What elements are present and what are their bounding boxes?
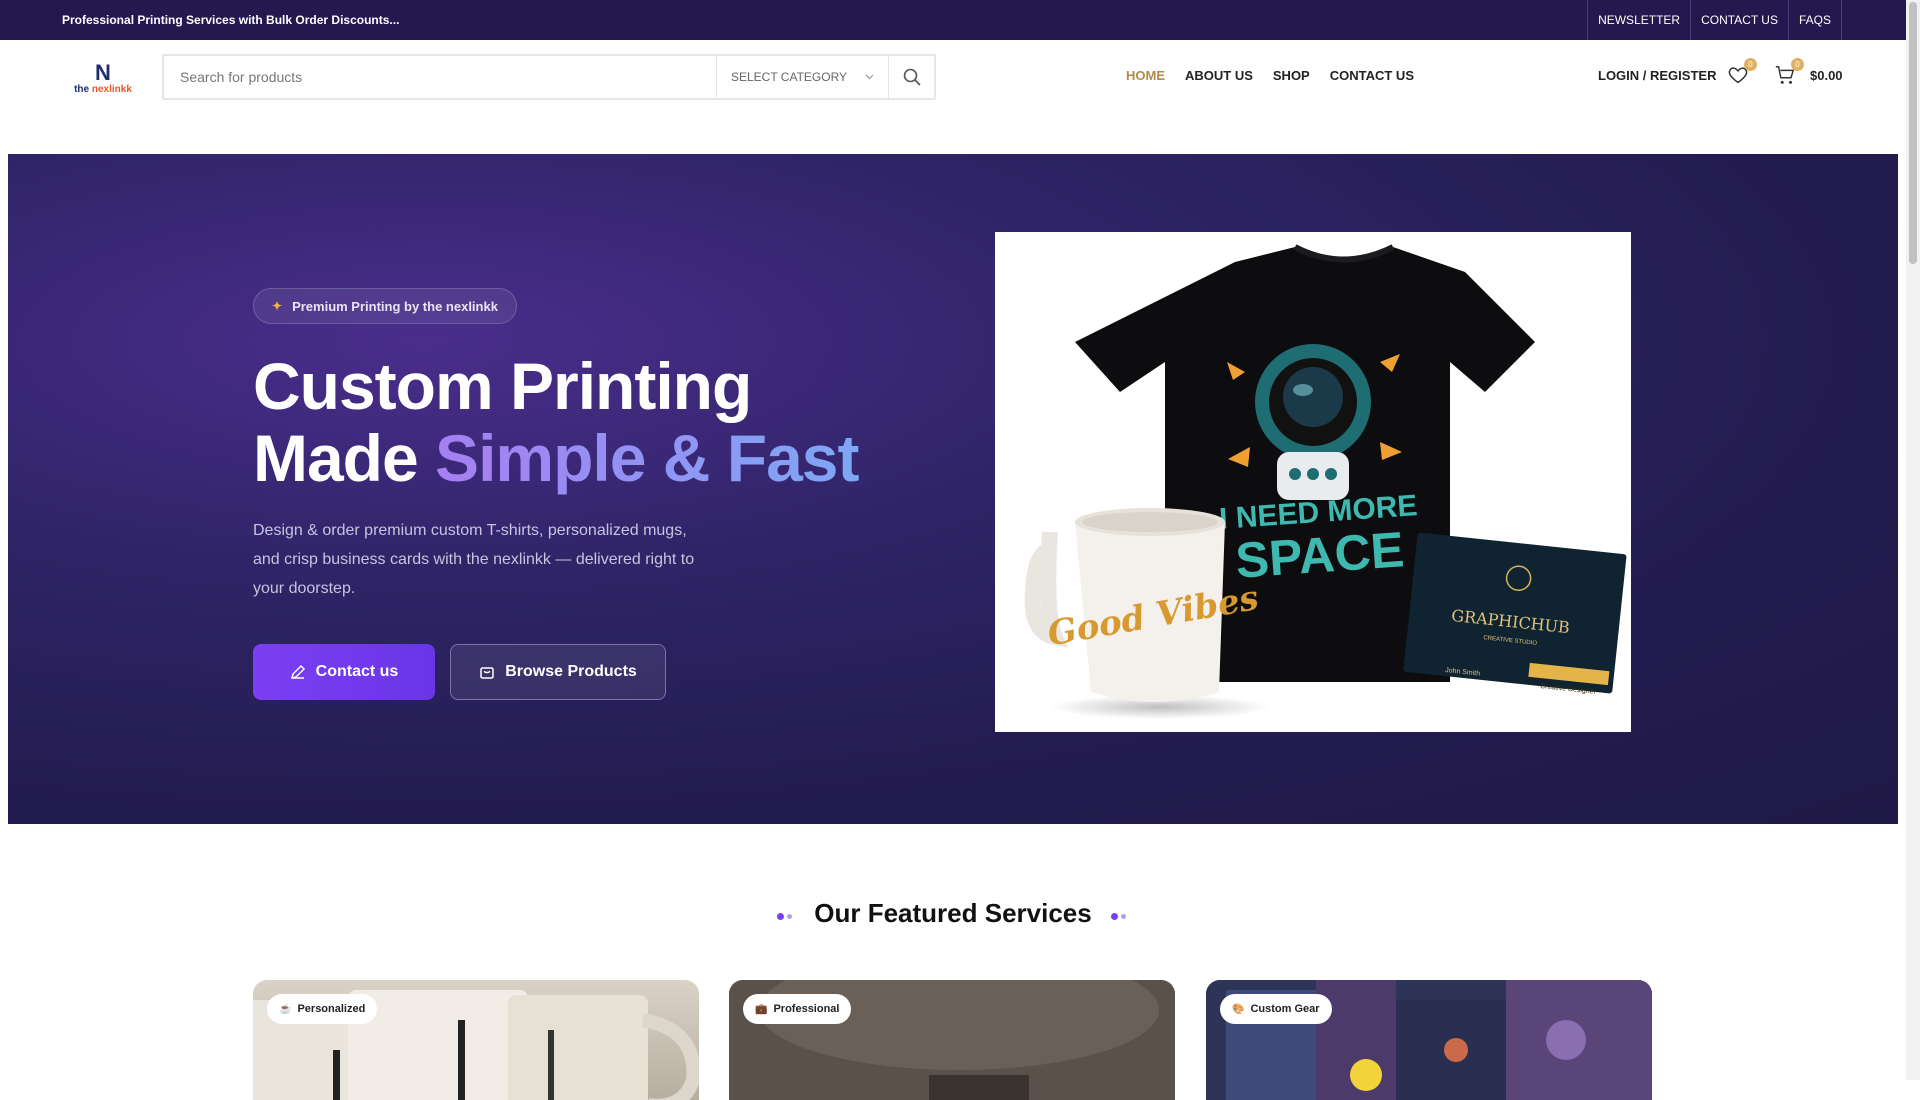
- top-bar: Professional Printing Services with Bulk…: [0, 0, 1906, 40]
- hero-title: Custom Printing Made Simple & Fast: [253, 350, 873, 494]
- hero-title-accent: Simple & Fast: [435, 421, 859, 495]
- logo-wordmark: the nexlinkk: [74, 84, 132, 96]
- hero-section: ✦ Premium Printing by the nexlinkk Custo…: [8, 154, 1898, 824]
- logo-mark: N: [95, 60, 111, 85]
- sparkle-icon: ✦: [272, 299, 283, 313]
- site-logo[interactable]: N the nexlinkk: [64, 54, 142, 104]
- service-card-custom-gear[interactable]: 🎨 Custom Gear: [1206, 980, 1652, 1100]
- briefcase-icon: 💼: [755, 1003, 768, 1015]
- logo-word-accent: nexlinkk: [91, 84, 132, 95]
- contact-us-button-label: Contact us: [315, 663, 399, 680]
- browse-products-button[interactable]: Browse Products: [450, 644, 666, 700]
- promo-text: Professional Printing Services with Bulk…: [62, 13, 400, 27]
- service-tag-personalized: ☕ Personalized: [267, 994, 378, 1024]
- service-tag-label: Custom Gear: [1250, 1003, 1320, 1015]
- nav-shop[interactable]: SHOP: [1273, 68, 1310, 83]
- hero-pill-badge: ✦ Premium Printing by the nexlinkk: [253, 288, 517, 324]
- chevron-down-icon: [865, 74, 874, 80]
- main-nav: HOME ABOUT US SHOP CONTACT US: [1126, 68, 1414, 83]
- nav-contact-us[interactable]: CONTACT US: [1330, 68, 1414, 83]
- service-tag-label: Personalized: [297, 1003, 366, 1015]
- login-register-link[interactable]: LOGIN / REGISTER: [1598, 68, 1716, 83]
- cart-button[interactable]: 0: [1774, 58, 1804, 88]
- cart-count-badge: 0: [1791, 58, 1804, 71]
- hero-title-line2-prefix: Made: [253, 421, 436, 495]
- page-scrollbar[interactable]: [1906, 0, 1920, 1080]
- palette-icon: 🎨: [1232, 1003, 1245, 1015]
- service-card-personalized[interactable]: ☕ Personalized: [253, 980, 699, 1100]
- top-link-contact-us[interactable]: CONTACT US: [1691, 0, 1789, 40]
- hero-product-image: I NEED MORE SPACE Good Vibes GRAPHICHUB …: [995, 232, 1631, 732]
- logo-word-prefix: the: [74, 84, 92, 95]
- featured-services-title: Our Featured Services: [814, 898, 1092, 928]
- heading-dots-left: [777, 900, 795, 931]
- product-mockup-illustration: I NEED MORE SPACE Good Vibes GRAPHICHUB …: [1024, 244, 1627, 719]
- wishlist-count-badge: 0: [1744, 58, 1757, 71]
- hero-description: Design & order premium custom T-shirts, …: [253, 522, 695, 597]
- site-header: N the nexlinkk SELECT CATEGORY HOME ABOU…: [0, 40, 1906, 154]
- top-links: NEWSLETTER CONTACT US FAQS: [1587, 0, 1842, 40]
- shopping-bag-icon: [480, 667, 494, 679]
- wishlist-button[interactable]: 0: [1727, 58, 1757, 88]
- nav-about-us[interactable]: ABOUT US: [1185, 68, 1253, 83]
- search-bar: SELECT CATEGORY: [162, 54, 936, 100]
- shirt-text-line2: SPACE: [1234, 521, 1406, 589]
- top-link-newsletter[interactable]: NEWSLETTER: [1588, 0, 1692, 40]
- search-button[interactable]: [888, 56, 934, 98]
- cart-total[interactable]: $0.00: [1810, 68, 1843, 83]
- search-input[interactable]: [164, 56, 716, 98]
- hero-title-line1: Custom Printing: [253, 349, 752, 423]
- service-tag-professional: 💼 Professional: [743, 994, 852, 1024]
- featured-services-heading: Our Featured Services: [0, 898, 1906, 931]
- service-tag-label: Professional: [773, 1003, 840, 1015]
- top-link-faqs[interactable]: FAQS: [1789, 0, 1842, 40]
- category-select[interactable]: SELECT CATEGORY: [716, 56, 888, 98]
- service-card-professional[interactable]: 💼 Professional: [729, 980, 1175, 1100]
- cup-icon: ☕: [279, 1003, 292, 1015]
- service-tag-custom-gear: 🎨 Custom Gear: [1220, 994, 1332, 1024]
- category-select-label: SELECT CATEGORY: [731, 70, 848, 84]
- heading-dots-right: [1110, 900, 1129, 931]
- search-icon: [903, 68, 921, 86]
- scrollbar-thumb[interactable]: [1909, 2, 1917, 264]
- hero-pill-text: Premium Printing by the nexlinkk: [292, 298, 498, 314]
- browse-products-button-label: Browse Products: [505, 663, 637, 680]
- contact-us-button[interactable]: Contact us: [253, 644, 435, 700]
- pencil-icon: [290, 664, 305, 680]
- nav-home[interactable]: HOME: [1126, 68, 1165, 83]
